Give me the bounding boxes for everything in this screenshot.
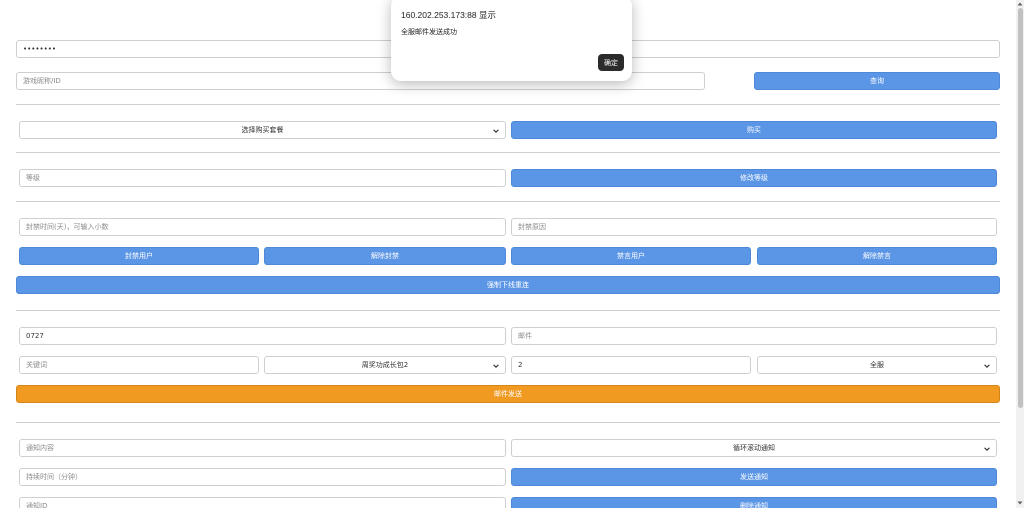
notice-id-input[interactable] bbox=[19, 497, 506, 508]
send-mail-button[interactable]: 邮件发送 bbox=[16, 385, 1000, 403]
scope-select-value: 全服 bbox=[870, 361, 884, 369]
divider bbox=[16, 422, 1000, 423]
mute-user-button[interactable]: 禁言用户 bbox=[511, 247, 751, 265]
force-relogin-button[interactable]: 强制下线重连 bbox=[16, 276, 1000, 294]
item-select-value: 周奖功成长包2 bbox=[361, 361, 409, 369]
divider bbox=[16, 310, 1000, 311]
ban-user-button[interactable]: 封禁用户 bbox=[19, 247, 259, 265]
keyword-input[interactable] bbox=[19, 356, 259, 374]
ban-reason-input[interactable] bbox=[511, 218, 997, 236]
divider bbox=[16, 152, 1000, 153]
buy-button[interactable]: 购买 bbox=[511, 121, 997, 139]
chevron-down-icon bbox=[493, 129, 499, 133]
scroll-down-icon[interactable] bbox=[1017, 500, 1023, 506]
notice-type-select-value: 循环滚动通知 bbox=[733, 444, 775, 452]
chevron-down-icon bbox=[984, 364, 990, 368]
mail-title-input[interactable] bbox=[511, 327, 997, 345]
scrollbar-thumb[interactable] bbox=[1018, 8, 1023, 408]
level-input[interactable] bbox=[19, 169, 506, 187]
divider bbox=[16, 201, 1000, 202]
package-select-value: 选择购买套餐 bbox=[241, 126, 284, 134]
divider bbox=[16, 104, 1000, 105]
vertical-scrollbar[interactable] bbox=[1016, 0, 1024, 508]
modify-level-button[interactable]: 修改等级 bbox=[511, 169, 997, 187]
item-select[interactable]: 周奖功成长包2 bbox=[264, 356, 506, 374]
chevron-down-icon bbox=[984, 447, 990, 451]
dialog-title: 160.202.253.173:88 显示 bbox=[401, 10, 496, 20]
notice-type-select[interactable]: 循环滚动通知 bbox=[511, 439, 997, 457]
unmute-button[interactable]: 解除禁言 bbox=[757, 247, 997, 265]
dialog-ok-button[interactable]: 确定 bbox=[598, 54, 624, 71]
package-select[interactable]: 选择购买套餐 bbox=[19, 121, 506, 139]
mail-code-input[interactable] bbox=[19, 327, 506, 345]
query-button[interactable]: 查询 bbox=[754, 72, 1000, 90]
notice-content-input[interactable] bbox=[19, 439, 506, 457]
unban-button[interactable]: 解除封禁 bbox=[264, 247, 506, 265]
delete-notice-button[interactable]: 删除通知 bbox=[511, 497, 997, 508]
send-notice-button[interactable]: 发送通知 bbox=[511, 468, 997, 486]
dialog-message: 全服邮件发送成功 bbox=[401, 29, 457, 36]
chevron-down-icon bbox=[493, 364, 499, 368]
alert-dialog: 160.202.253.173:88 显示 全服邮件发送成功 确定 bbox=[391, 0, 632, 81]
scope-select[interactable]: 全服 bbox=[757, 356, 997, 374]
item-count-input[interactable] bbox=[511, 356, 751, 374]
notice-duration-input[interactable] bbox=[19, 468, 506, 486]
scroll-up-icon[interactable] bbox=[1017, 1, 1023, 7]
ban-duration-input[interactable] bbox=[19, 218, 506, 236]
